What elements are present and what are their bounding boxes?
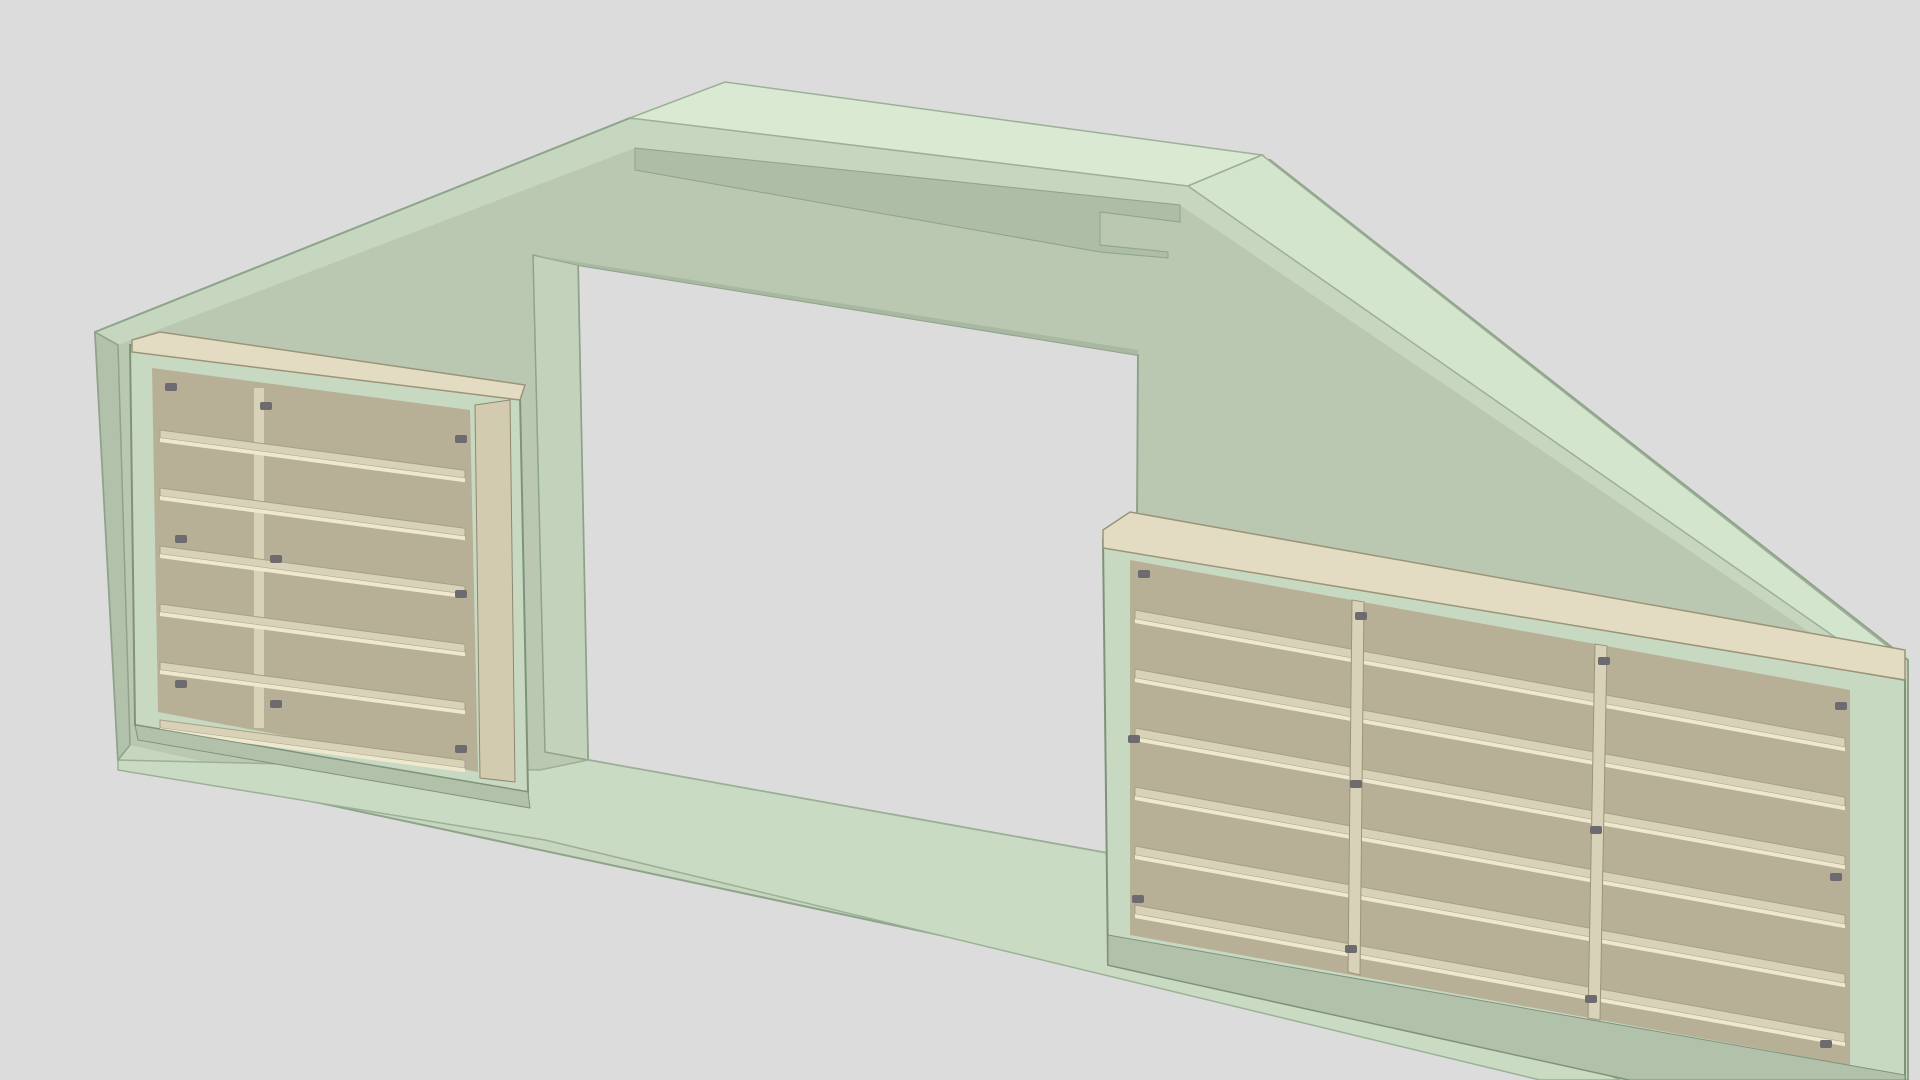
hinge bbox=[175, 535, 187, 543]
hinge bbox=[270, 555, 282, 563]
hinge bbox=[455, 435, 467, 443]
left-bookcase-side-panel bbox=[474, 399, 516, 783]
hinge bbox=[1132, 895, 1144, 903]
hinge bbox=[1138, 570, 1150, 578]
hinge bbox=[1128, 735, 1140, 743]
hinge bbox=[1830, 873, 1842, 881]
hinge bbox=[1345, 945, 1357, 953]
hinge bbox=[1598, 657, 1610, 665]
hinge bbox=[260, 402, 272, 410]
left-bookcase[interactable] bbox=[128, 331, 531, 809]
hinge bbox=[1350, 780, 1362, 788]
hinge bbox=[1585, 995, 1597, 1003]
3d-viewport[interactable] bbox=[0, 0, 1920, 1080]
hinge bbox=[1590, 826, 1602, 834]
hinge bbox=[455, 745, 467, 753]
hinge bbox=[270, 700, 282, 708]
hinge bbox=[455, 590, 467, 598]
hinge bbox=[175, 680, 187, 688]
door-opening bbox=[576, 263, 1140, 860]
hinge bbox=[1820, 1040, 1832, 1048]
model-scene bbox=[0, 0, 1920, 1080]
hinge bbox=[1355, 612, 1367, 620]
hinge bbox=[1835, 702, 1847, 710]
hinge bbox=[165, 383, 177, 391]
